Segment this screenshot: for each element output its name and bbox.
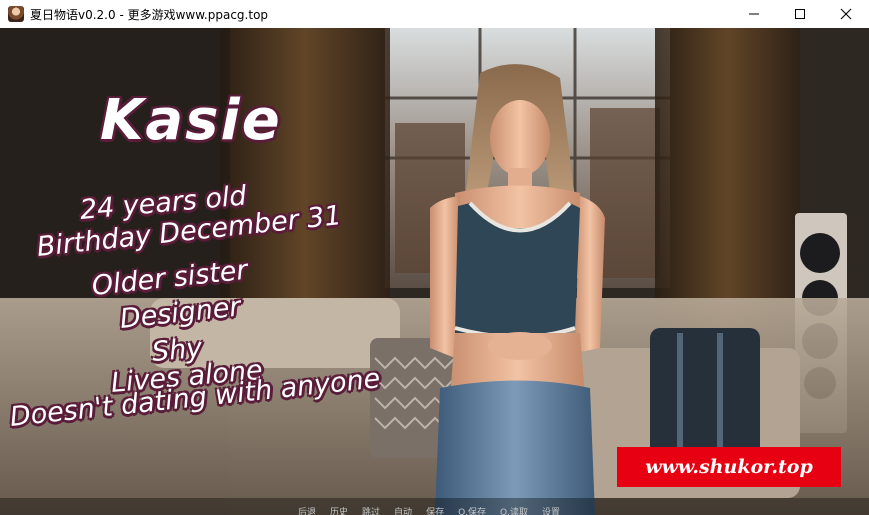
quick-menu-history[interactable]: 历史 xyxy=(330,505,348,515)
minimize-button[interactable] xyxy=(731,0,777,28)
quick-menu: 后退 历史 跳过 自动 保存 Q.保存 Q.读取 设置 xyxy=(298,505,560,515)
quick-menu-auto[interactable]: 自动 xyxy=(394,505,412,515)
character-name: Kasie xyxy=(100,88,282,153)
quick-menu-settings[interactable]: 设置 xyxy=(542,505,560,515)
quick-menu-back[interactable]: 后退 xyxy=(298,505,316,515)
watermark-banner: www.shukor.top xyxy=(617,447,841,487)
minimize-icon xyxy=(749,13,759,15)
close-icon xyxy=(840,8,852,20)
title-bar: 夏日物语v0.2.0 - 更多游戏www.ppacg.top xyxy=(0,0,869,28)
close-button[interactable] xyxy=(823,0,869,28)
maximize-button[interactable] xyxy=(777,0,823,28)
quick-menu-skip[interactable]: 跳过 xyxy=(362,505,380,515)
quick-menu-save[interactable]: 保存 xyxy=(426,505,444,515)
window-title: 夏日物语v0.2.0 - 更多游戏www.ppacg.top xyxy=(30,7,269,22)
quick-menu-quick-save[interactable]: Q.保存 xyxy=(458,505,486,515)
maximize-icon xyxy=(795,9,805,19)
game-window: 夏日物语v0.2.0 - 更多游戏www.ppacg.top Kasie 24 … xyxy=(0,0,869,515)
game-scene[interactable]: Kasie 24 years old Birthday December 31 … xyxy=(0,28,869,515)
quick-menu-quick-load[interactable]: Q.读取 xyxy=(500,505,528,515)
window-controls xyxy=(731,0,869,28)
app-icon xyxy=(8,6,24,22)
